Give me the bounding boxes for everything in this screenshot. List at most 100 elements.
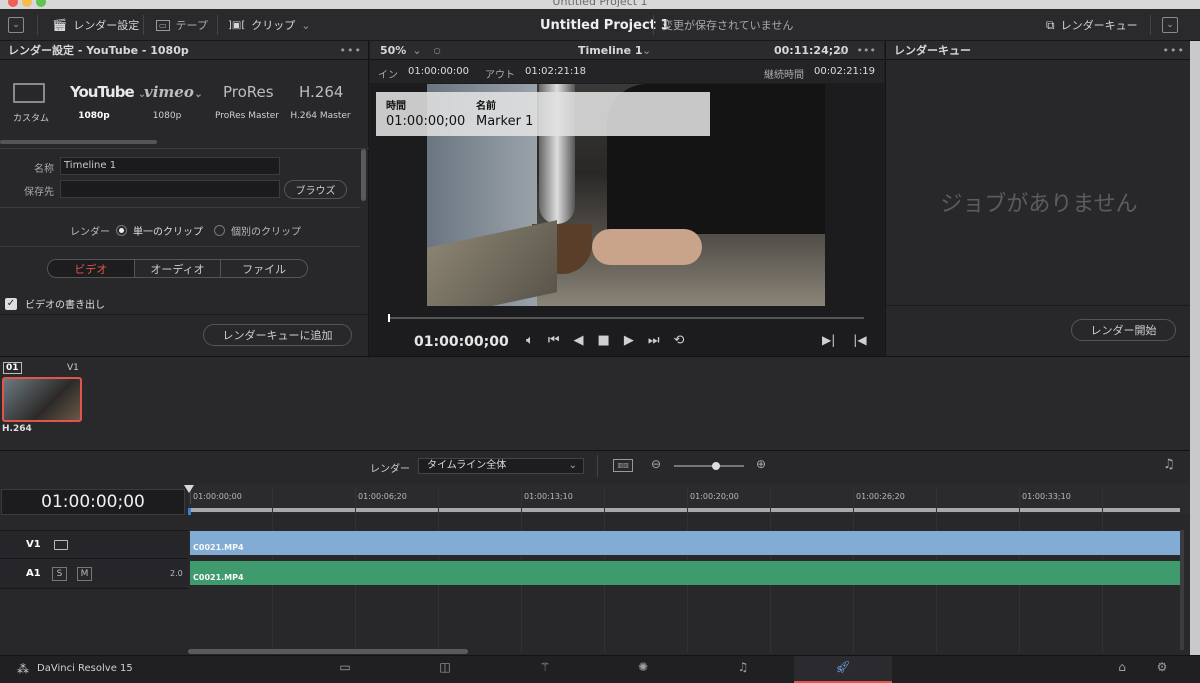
timeline-name-dropdown[interactable]: Timeline 1 xyxy=(578,44,643,57)
hand xyxy=(592,229,702,265)
more-options-icon[interactable]: ••• xyxy=(857,44,876,57)
toolbar-divider xyxy=(143,15,144,35)
chevron-down-icon[interactable]: ⌄ xyxy=(837,44,846,57)
more-options-icon[interactable]: ••• xyxy=(1163,44,1185,57)
unsaved-status: 変更が保存されていません xyxy=(662,19,794,32)
deliver-page-tab[interactable]: 🚀︎ xyxy=(794,656,892,683)
edit-page-icon[interactable]: ◫ xyxy=(435,660,455,678)
custom-preset-icon[interactable] xyxy=(13,83,45,103)
clapper-icon: 🎬︎ xyxy=(52,18,68,32)
render-queue-button[interactable]: ⧉ レンダーキュー xyxy=(1046,9,1138,41)
loop-icon[interactable]: ⟲ xyxy=(674,333,685,348)
tape-button[interactable]: ▭ テープ xyxy=(156,9,208,41)
mute-button[interactable]: M xyxy=(77,567,92,581)
queue-panel-toggle-button[interactable]: ⌄ xyxy=(1162,9,1178,41)
play-icon[interactable]: ▶ xyxy=(624,333,634,348)
single-clip-option[interactable]: 単一のクリップ xyxy=(116,223,203,238)
timeline-horizontal-scrollbar[interactable] xyxy=(188,649,468,654)
timeline-vertical-scrollbar[interactable] xyxy=(1180,530,1184,650)
viewer-options-icon[interactable]: ○ xyxy=(434,46,441,55)
viewer-scrubber[interactable] xyxy=(388,314,864,322)
single-clip-label: 単一のクリップ xyxy=(133,227,203,238)
monitor-icon[interactable] xyxy=(54,540,68,550)
browse-button[interactable]: ブラウズ xyxy=(284,180,347,199)
jump-to-end-icon[interactable]: ⏭︎ xyxy=(648,333,660,348)
zoom-dropdown[interactable]: 50% xyxy=(380,44,406,57)
tab-video[interactable]: ビデオ xyxy=(48,260,135,277)
clip-track: V1 xyxy=(67,363,79,373)
clip-number: 01 xyxy=(3,362,22,374)
mark-in-icon[interactable]: ▶| xyxy=(822,333,835,347)
gear-icon[interactable]: ⚙ xyxy=(1152,660,1172,678)
render-settings-button[interactable]: 🎬︎ レンダー設定 xyxy=(52,9,139,41)
location-field[interactable] xyxy=(60,180,280,198)
toolbar-divider xyxy=(1150,15,1151,35)
track-header-a1[interactable]: A1 S M 2.0 xyxy=(0,560,188,589)
zoom-out-icon[interactable]: ⊖ xyxy=(651,457,661,471)
toolbar-divider xyxy=(217,15,218,35)
mark-out-icon[interactable]: |◀ xyxy=(853,333,866,347)
render-range-bar[interactable] xyxy=(188,508,1180,512)
marker-time: 01:00:00;00 xyxy=(386,114,466,129)
divider xyxy=(886,305,1192,306)
fusion-page-icon[interactable]: ⚚ xyxy=(535,660,555,678)
chevron-down-icon[interactable]: ⌄ xyxy=(412,44,421,57)
add-to-render-queue-button[interactable]: レンダーキューに追加 xyxy=(203,324,352,346)
clip-label: クリップ xyxy=(251,19,296,32)
window-title-bar: Untitled Project 1 xyxy=(0,0,1200,9)
stop-icon[interactable]: ■ xyxy=(598,333,610,348)
clip-dropdown-button[interactable]: ]▣[ クリップ ⌄ xyxy=(228,9,310,41)
play-reverse-icon[interactable]: ◀ xyxy=(574,333,584,348)
playhead-handle[interactable] xyxy=(388,314,390,322)
start-render-button[interactable]: レンダー開始 xyxy=(1071,319,1176,341)
youtube-logo[interactable]: YouTube ⌄ xyxy=(70,83,146,101)
render-range-dropdown[interactable]: タイムライン全体 ⌄ xyxy=(418,458,584,474)
clip-strip: 01 V1 H.264 xyxy=(0,356,1190,450)
v1-label: V1 xyxy=(26,539,41,550)
home-icon[interactable]: ⌂ xyxy=(1112,660,1132,678)
filmstrip-icon[interactable]: ▥▥ xyxy=(613,459,633,472)
individual-clips-option[interactable]: 個別のクリップ xyxy=(214,223,301,238)
toolbar-divider xyxy=(597,455,598,477)
tab-audio[interactable]: オーディオ xyxy=(135,260,222,277)
clip-thumbnail[interactable] xyxy=(2,377,82,422)
solo-button[interactable]: S xyxy=(52,567,67,581)
playhead-icon[interactable] xyxy=(184,485,194,493)
fairlight-page-icon[interactable]: ♫ xyxy=(733,660,753,678)
color-page-icon[interactable]: ✺ xyxy=(633,660,653,678)
jump-to-start-icon[interactable]: ⏮︎ xyxy=(548,333,560,348)
out-value: 01:02:21:18 xyxy=(525,66,587,77)
zoom-slider-knob[interactable] xyxy=(712,462,720,470)
audio-clip[interactable]: C0021.MP4 xyxy=(190,561,1180,585)
volume-icon[interactable]: 🔈︎ xyxy=(526,333,534,348)
vimeo-logo[interactable]: vimeo⌄ xyxy=(144,83,202,101)
video-clip[interactable]: C0021.MP4 xyxy=(190,531,1180,555)
zoom-slider[interactable] xyxy=(674,462,744,470)
name-field[interactable]: Timeline 1 xyxy=(60,157,280,175)
tab-file[interactable]: ファイル xyxy=(221,260,307,277)
music-note-icon[interactable]: ♫ xyxy=(1163,457,1175,472)
marker-name: Marker 1 xyxy=(476,114,534,129)
timeline-panel: レンダー タイムライン全体 ⌄ ▥▥ ⊖ ⊕ ♫ 01:00:00;00 01:… xyxy=(0,450,1190,655)
top-toolbar: ⌄ 🎬︎ レンダー設定 ▭ テープ ]▣[ クリップ ⌄ Untitled Pr… xyxy=(0,9,1200,41)
transport-controls: 🔈︎ ⏮︎ ◀ ■ ▶ ⏭︎ ⟲ xyxy=(526,333,684,348)
preset-label-vimeo: 1080p xyxy=(152,111,182,121)
out-label: アウト xyxy=(485,70,515,81)
rocket-icon: 🚀︎ xyxy=(835,660,851,674)
more-options-icon[interactable]: ••• xyxy=(340,44,362,57)
preset-scrollbar[interactable] xyxy=(0,140,157,144)
panel-toggle-button[interactable]: ⌄ xyxy=(8,9,24,41)
zoom-in-icon[interactable]: ⊕ xyxy=(756,457,766,471)
render-range-label: レンダー xyxy=(370,464,410,475)
track-header-v1[interactable]: V1 xyxy=(0,530,188,559)
duration-value: 00:02:21:19 xyxy=(814,66,876,77)
ruler-label: 01:00:13;10 xyxy=(524,492,573,501)
media-page-icon[interactable]: ▭ xyxy=(335,660,355,678)
prores-logo[interactable]: ProRes xyxy=(223,83,274,101)
settings-scrollbar[interactable] xyxy=(361,149,366,201)
h264-logo[interactable]: H.264 xyxy=(299,83,343,101)
marker-overlay: 時間 名前 01:00:00;00 Marker 1 xyxy=(376,92,710,136)
render-settings-label: レンダー設定 xyxy=(73,19,140,32)
export-video-checkbox[interactable]: ✓ ビデオの書き出し xyxy=(5,296,105,311)
timeline-timecode: 01:00:00;00 xyxy=(1,489,185,515)
